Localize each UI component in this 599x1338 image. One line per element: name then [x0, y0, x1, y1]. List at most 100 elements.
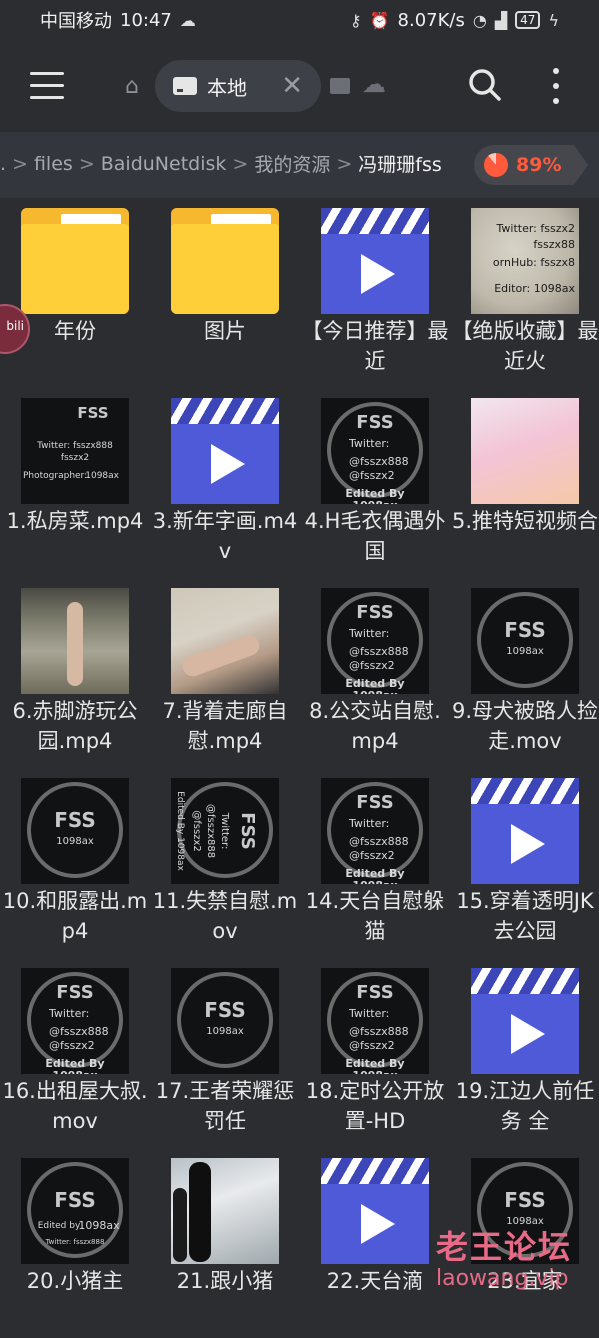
thumb-text: Edited By 1098ax — [345, 677, 405, 695]
breadcrumb-item[interactable]: files — [34, 153, 73, 175]
grid-item[interactable]: 6.赤脚游玩公园.mp4 — [0, 578, 150, 768]
file-name: 10.和服露出.mp4 — [2, 889, 148, 943]
file-name: 11.失禁自慰.mov — [152, 889, 298, 943]
battery-level: 47 — [515, 11, 541, 29]
signal-icon: ▟ — [494, 10, 508, 30]
status-bar: 中国移动 10:47 ☁ ⚷ ⏰ 8.07K/s ◔ ▟ 47 ϟ — [0, 0, 599, 40]
grid-item[interactable]: 3.新年字画.m4v — [150, 388, 300, 578]
breadcrumb-item[interactable]: BaiduNetdisk — [101, 153, 227, 175]
grid-item[interactable]: FSS Edited by 1098ax Twitter: fsszx888 20.小猪… — [0, 1148, 150, 1338]
network-speed: 8.07K/s — [397, 9, 465, 31]
thumb-text: Twitter: — [49, 1007, 90, 1020]
grid-item[interactable]: FSS 1098ax 17.王者荣耀惩罚任 — [150, 958, 300, 1148]
thumb-text: Twitter: — [219, 812, 230, 850]
grid-item[interactable]: 年份 — [0, 198, 150, 388]
file-name: 19.江边人前任务 全 — [455, 1079, 595, 1133]
video-file-icon — [471, 778, 579, 884]
grid-item[interactable]: Twitter: fsszx2 fsszx88 ornHub: fsszx8 Edit… — [450, 198, 599, 388]
carrier: 中国移动 — [40, 11, 112, 32]
storage-usage-badge[interactable]: 89% — [474, 145, 588, 185]
grid-item[interactable]: 图片 — [150, 198, 300, 388]
grid-item[interactable]: FSSTwitter:@fsszx888@fsszx2Edited By 109… — [300, 768, 450, 958]
clapper-stripe — [471, 968, 579, 994]
file-name: 8.公交站自慰.mp4 — [309, 699, 441, 753]
grid-item[interactable]: FSSTwitter:@fsszx888@fsszx2Edited By 109… — [300, 388, 450, 578]
key-icon: ⚷ — [349, 10, 362, 30]
thumb-text: Twitter: — [349, 1007, 390, 1020]
thumb-text: FSS — [504, 618, 546, 642]
watermark-en: laowang.vip — [436, 1266, 569, 1291]
grid-item[interactable]: FSSTwitter:@fsszx888@fsszx2Edited By 109… — [0, 958, 150, 1148]
photo-thumbnail — [21, 588, 129, 694]
grid-item[interactable]: FSS 1098ax 10.和服露出.mp4 — [0, 768, 150, 958]
rotated-text-group: FSS Twitter: @fsszx888 @fsszx2 Edited By 109… — [172, 778, 278, 884]
video-thumbnail: FSS 1098ax — [21, 778, 129, 884]
grid-item[interactable]: 【今日推荐】最近 — [300, 198, 450, 388]
file-name: 1.私房菜.mp4 — [6, 509, 144, 533]
clapper-stripe — [471, 778, 579, 804]
breadcrumb-current[interactable]: 冯珊珊fss — [358, 150, 442, 177]
grid-item[interactable]: FSS 1098ax 9.母犬被路人捡走.mov — [450, 578, 599, 768]
thumb-text: @fsszx2 — [191, 810, 202, 852]
close-icon[interactable]: ✕ — [281, 71, 303, 101]
thumb-text: FSS — [77, 404, 109, 422]
play-icon — [211, 444, 245, 484]
thumb-text: Twitter: fsszx2 — [496, 222, 576, 235]
grid-item[interactable]: FSSTwitter:@fsszx888@fsszx2Edited By 109… — [300, 578, 450, 768]
grid-item[interactable]: 21.跟小猪 — [150, 1148, 300, 1338]
folder-part — [21, 224, 129, 314]
thumb-text: FSS — [356, 412, 394, 433]
thumb-text: 1098ax — [78, 1219, 120, 1232]
chevron-right-icon: > — [336, 152, 353, 175]
file-name: 【绝版收藏】最近火 — [451, 319, 599, 373]
thumb-text: Edited By 1098ax — [345, 1057, 405, 1075]
video-file-icon — [321, 208, 429, 314]
file-name: 20.小猪主 — [26, 1269, 124, 1293]
charging-icon: ϟ — [548, 10, 559, 30]
photo-figure — [179, 632, 263, 680]
grid-item[interactable]: 5.推特短视频合 — [450, 388, 599, 578]
video-thumbnail: FSSTwitter:@fsszx888@fsszx2Edited By 109… — [321, 588, 429, 694]
thumb-text: FSS — [54, 808, 96, 832]
file-name: 7.背着走廊自慰.mp4 — [162, 699, 288, 753]
alarm-icon: ⏰ — [369, 10, 390, 30]
file-name: 14.天台自慰躲猫 — [305, 889, 445, 943]
file-name: 【今日推荐】最近 — [301, 319, 449, 373]
grid-item[interactable]: 22.天台滴 — [300, 1148, 450, 1338]
breadcrumb-item[interactable]: . — [0, 153, 6, 175]
file-name: 22.天台滴 — [326, 1269, 424, 1293]
tab-local[interactable]: 本地 ✕ — [155, 60, 321, 112]
thumb-text: Edited By 1098ax — [345, 867, 405, 885]
thumb-text: Edited By 1098ax — [175, 791, 185, 871]
thumb-text: 1098ax — [85, 471, 119, 481]
search-icon[interactable] — [468, 68, 502, 102]
thumb-text: FSS — [356, 792, 394, 813]
grid-item[interactable]: 15.穿着透明JK去公园 — [450, 768, 599, 958]
drive-icon — [173, 77, 197, 95]
file-name: 16.出租屋大叔.mov — [2, 1079, 148, 1133]
file-name: 18.定时公开放置-HD — [305, 1079, 445, 1133]
cloud-icon[interactable]: ☁ — [362, 70, 386, 98]
grid-item[interactable]: FSSTwitter:@fsszx888@fsszx2Edited By 109… — [300, 958, 450, 1148]
home-icon[interactable]: ⌂ — [125, 74, 139, 99]
thumb-text: 1098ax — [206, 1026, 244, 1037]
book-icon[interactable] — [330, 78, 350, 94]
thumb-text: @fsszx888 — [349, 455, 409, 468]
video-thumbnail: FSS Edited by 1098ax Twitter: fsszx888 — [21, 1158, 129, 1264]
grid-item[interactable]: 19.江边人前任务 全 — [450, 958, 599, 1148]
thumb-text: FSS — [237, 812, 258, 850]
play-icon — [511, 1014, 545, 1054]
grid-item[interactable]: FSS Twitter: fsszx888 fsszx2 Photographer: 1… — [0, 388, 150, 578]
storage-percent: 89% — [516, 154, 562, 176]
more-options-icon[interactable] — [551, 68, 561, 104]
grid-item[interactable]: FSS Twitter:@fsszx888@fsszx2 Edited By 109… — [150, 768, 300, 958]
breadcrumb-item[interactable]: 我的资源 — [254, 150, 330, 177]
thumb-text: @fsszx888 — [205, 803, 216, 859]
grid-item[interactable]: 7.背着走廊自慰.mp4 — [150, 578, 300, 768]
menu-icon[interactable] — [30, 72, 64, 100]
video-thumbnail: FSS Twitter:@fsszx888@fsszx2 Edited By 109… — [171, 778, 279, 884]
thumb-text: @fsszx2 — [349, 659, 395, 672]
wifi-icon: ◔ — [472, 10, 487, 30]
file-name: 3.新年字画.m4v — [152, 509, 298, 563]
thumb-text: @fsszx888 — [349, 645, 409, 658]
